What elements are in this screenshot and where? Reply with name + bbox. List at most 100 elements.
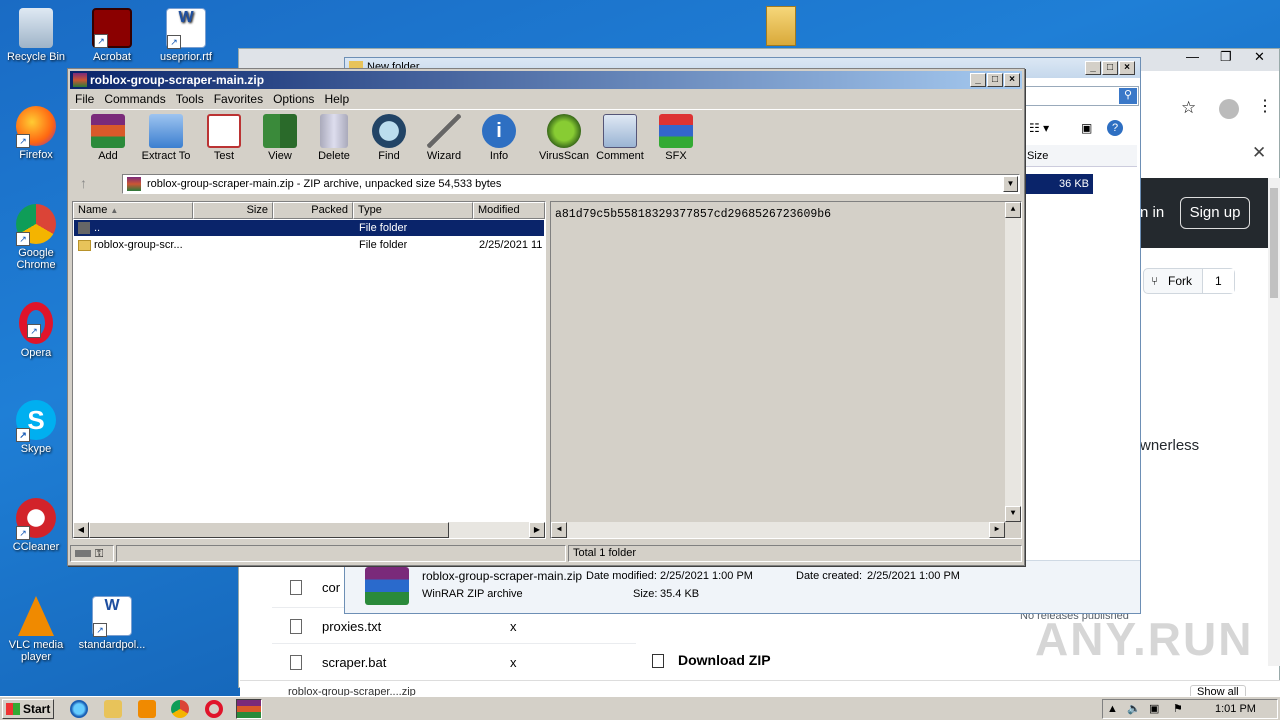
- show-all-button[interactable]: Show all: [1190, 685, 1246, 696]
- detail-modified-label: Date modified:: [586, 570, 657, 582]
- vertical-scrollbar[interactable]: ▲ ▼: [1005, 202, 1021, 522]
- clock[interactable]: 1:01 PM: [1215, 700, 1256, 718]
- column-modified[interactable]: Modified: [473, 202, 545, 219]
- menu-favorites[interactable]: Favorites: [209, 90, 268, 108]
- volume-icon[interactable]: 🔈: [1127, 700, 1141, 718]
- comment-button[interactable]: Comment: [592, 114, 648, 162]
- explorer-search[interactable]: ⚲: [1025, 86, 1139, 106]
- table-row[interactable]: .. File folder: [74, 220, 544, 236]
- info-icon: i: [482, 114, 516, 148]
- column-name[interactable]: Name ▲: [73, 202, 193, 219]
- menu-commands[interactable]: Commands: [99, 90, 170, 108]
- signup-button[interactable]: Sign up: [1180, 197, 1250, 229]
- file-row[interactable]: scraper.bat x: [272, 644, 636, 680]
- up-arrow-icon[interactable]: ↑: [80, 175, 87, 191]
- virusscan-button[interactable]: VirusScan: [536, 114, 592, 162]
- fork-button[interactable]: ⑂ Fork 1: [1143, 268, 1235, 294]
- desktop-icon-vlc[interactable]: VLC media player: [0, 596, 72, 663]
- ie-icon[interactable]: [70, 700, 88, 718]
- star-icon[interactable]: ☆: [1181, 98, 1196, 118]
- add-button[interactable]: Add: [80, 114, 136, 162]
- scroll-thumb[interactable]: [89, 522, 449, 538]
- view-icon[interactable]: ☷ ▾: [1029, 121, 1049, 135]
- menu-file[interactable]: File: [70, 90, 99, 108]
- desktop-icon-skype[interactable]: S ↗ Skype: [0, 400, 72, 455]
- size-column-header[interactable]: Size: [1025, 145, 1137, 167]
- desktop-icon-chrome[interactable]: ↗ Google Chrome: [0, 204, 72, 271]
- menu-options[interactable]: Options: [268, 90, 319, 108]
- column-packed[interactable]: Packed: [273, 202, 353, 219]
- desktop-icon-useprior[interactable]: W ↗ useprior.rtf: [150, 8, 222, 63]
- anyrun-watermark: ANY.RUN: [1035, 613, 1254, 665]
- menu-tools[interactable]: Tools: [171, 90, 209, 108]
- close-icon[interactable]: ✕: [1254, 49, 1265, 65]
- delete-button[interactable]: Delete: [306, 114, 362, 162]
- menu-dots-icon[interactable]: ⋮: [1257, 96, 1273, 116]
- preview-pane-icon[interactable]: ▣: [1081, 121, 1092, 135]
- download-zip-link[interactable]: Download ZIP: [652, 652, 771, 669]
- view-button[interactable]: View: [252, 114, 308, 162]
- status-text: Total 1 folder: [568, 545, 1022, 562]
- help-icon[interactable]: ?: [1107, 120, 1123, 136]
- scroll-right-icon[interactable]: ▶: [989, 522, 1005, 538]
- table-row[interactable]: roblox-group-scr... File folder 2/25/202…: [74, 237, 544, 253]
- desktop-icon-standardpol[interactable]: W ↗ standardpol...: [76, 596, 148, 651]
- signin-link[interactable]: n in: [1140, 204, 1164, 221]
- close-banner-icon[interactable]: ✕: [1252, 143, 1266, 163]
- desktop-icon-acrobat[interactable]: ↗ Acrobat: [76, 8, 148, 63]
- maximize-button[interactable]: □: [987, 73, 1003, 87]
- scroll-down-icon[interactable]: ▼: [1005, 506, 1021, 522]
- scroll-right-icon[interactable]: ▶: [529, 522, 545, 538]
- start-button[interactable]: Start: [2, 699, 54, 719]
- opera-icon[interactable]: [205, 700, 223, 718]
- winrar-file-icon: [365, 567, 409, 605]
- desktop-icon-ccleaner[interactable]: ↗ CCleaner: [0, 498, 72, 553]
- media-player-icon[interactable]: [138, 700, 156, 718]
- file-name[interactable]: scraper.bat: [322, 655, 386, 670]
- scroll-up-icon[interactable]: ▲: [1005, 202, 1021, 218]
- avatar[interactable]: [1219, 99, 1239, 119]
- tray-expand-icon[interactable]: ▲: [1107, 700, 1118, 718]
- close-button[interactable]: ×: [1119, 61, 1135, 75]
- desktop-icon-label: Skype: [20, 443, 52, 455]
- minimize-button[interactable]: _: [1085, 61, 1101, 75]
- minimize-icon[interactable]: —: [1186, 49, 1199, 64]
- fork-icon: ⑂: [1151, 274, 1159, 288]
- column-type[interactable]: Type: [353, 202, 473, 219]
- archive-path-field[interactable]: roblox-group-scraper-main.zip - ZIP arch…: [122, 174, 1020, 194]
- desktop-icon-opera[interactable]: ↗ Opera: [0, 302, 72, 359]
- extract-to-button[interactable]: Extract To: [138, 114, 194, 162]
- desktop-icon-firefox[interactable]: ↗ Firefox: [0, 106, 72, 161]
- browser-scrollbar[interactable]: [1268, 178, 1280, 666]
- test-clipboard-icon: [207, 114, 241, 148]
- row-modified: 2/25/2021 11: [479, 239, 543, 251]
- scroll-left-icon[interactable]: ◀: [73, 522, 89, 538]
- horizontal-scrollbar[interactable]: ◀ ▶: [551, 522, 1005, 538]
- search-icon[interactable]: ⚲: [1119, 88, 1137, 104]
- file-name[interactable]: proxies.txt: [322, 619, 381, 634]
- scroll-left-icon[interactable]: ◀: [551, 522, 567, 538]
- test-button[interactable]: Test: [196, 114, 252, 162]
- find-button[interactable]: Find: [361, 114, 417, 162]
- info-button[interactable]: i Info: [471, 114, 527, 162]
- horizontal-scrollbar[interactable]: ◀ ▶: [73, 522, 545, 538]
- close-button[interactable]: ×: [1004, 73, 1020, 87]
- flag-icon[interactable]: ⚑: [1173, 700, 1183, 718]
- restore-icon[interactable]: ❐: [1220, 49, 1232, 65]
- chevron-down-icon[interactable]: ▼: [1003, 176, 1018, 192]
- file-name[interactable]: cor: [322, 580, 340, 595]
- chrome-icon[interactable]: [171, 700, 189, 718]
- network-icon[interactable]: ▣: [1149, 700, 1159, 718]
- explorer-icon[interactable]: [104, 700, 122, 718]
- folder-icon[interactable]: [766, 6, 796, 46]
- winrar-taskbar-icon[interactable]: [236, 699, 262, 719]
- download-item[interactable]: roblox-group-scraper....zip: [288, 686, 416, 696]
- column-size[interactable]: Size: [193, 202, 273, 219]
- explorer-view-toolbar: ☷ ▾ ▣ ?: [1025, 118, 1139, 140]
- wizard-button[interactable]: Wizard: [416, 114, 472, 162]
- sfx-button[interactable]: SFX: [648, 114, 704, 162]
- menu-help[interactable]: Help: [319, 90, 354, 108]
- desktop-icon-recycle-bin[interactable]: Recycle Bin: [0, 8, 72, 63]
- maximize-button[interactable]: □: [1102, 61, 1118, 75]
- minimize-button[interactable]: _: [970, 73, 986, 87]
